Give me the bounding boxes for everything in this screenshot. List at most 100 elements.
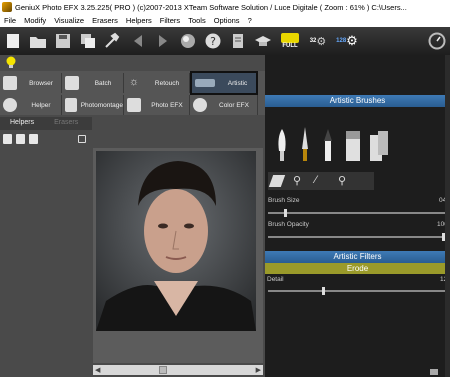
mode-photomontage[interactable]: Photomontage <box>62 95 124 115</box>
artistic-filters-header: Artistic Filters <box>265 251 450 263</box>
sphere-button[interactable] <box>177 30 199 52</box>
help-button[interactable]: ? <box>202 30 224 52</box>
wrench-icon <box>105 32 120 48</box>
mode-helper-label: Helper <box>31 101 51 109</box>
sphere-icon <box>181 34 195 48</box>
mode-batch[interactable]: Batch <box>62 73 124 93</box>
arrow-right-icon <box>159 35 167 47</box>
batch-icon <box>65 76 79 90</box>
selected-filter[interactable]: Erode <box>265 263 450 274</box>
mode-helper[interactable]: Helper <box>0 95 62 115</box>
eraser-icon[interactable] <box>268 175 286 187</box>
stamp-icon[interactable]: ⚲ <box>338 174 346 187</box>
portrait-image <box>96 151 256 331</box>
mode-color-efx-label: Color EFX <box>219 101 249 109</box>
toolbar: ? FULL 32 ⚙ 128 ⚙ <box>0 27 450 55</box>
scroll-down-icon[interactable] <box>430 369 438 375</box>
arrow-left-icon <box>134 35 142 47</box>
menu-options[interactable]: Options <box>210 16 244 25</box>
color-bucket-icon <box>193 98 207 112</box>
open-folder-button[interactable] <box>27 30 49 52</box>
scroll-left-icon[interactable]: ◀ <box>95 366 100 374</box>
brush-fine-icon[interactable] <box>298 127 312 163</box>
menu-filters[interactable]: Filters <box>156 16 184 25</box>
mode-photomontage-label: Photomontage <box>80 101 123 109</box>
info-button[interactable] <box>227 30 249 52</box>
sun-icon: ☼ <box>128 76 140 88</box>
scroll-thumb[interactable] <box>159 366 167 374</box>
copy-button[interactable] <box>77 30 99 52</box>
lightbulb-icon[interactable] <box>5 56 17 70</box>
full-mode-button[interactable]: FULL <box>277 30 303 52</box>
forward-button[interactable] <box>152 30 174 52</box>
full-label: FULL <box>282 43 298 49</box>
right-scrollbar[interactable] <box>445 55 450 377</box>
brush-icon <box>195 79 215 87</box>
menu-modify[interactable]: Modify <box>20 16 50 25</box>
helper-list <box>0 148 92 377</box>
mode-batch-label: Batch <box>94 79 112 87</box>
detail-label: Detail <box>267 276 284 283</box>
brush-opacity-label: Brush Opacity <box>268 221 309 228</box>
mode-browser-label: Browser <box>29 79 53 87</box>
bit32-label: 32 <box>309 38 317 44</box>
brush-size-track[interactable] <box>268 212 446 214</box>
menu-visualize[interactable]: Visualize <box>50 16 88 25</box>
brush-round-icon[interactable] <box>275 127 289 163</box>
mode-color-efx[interactable]: Color EFX <box>190 95 258 115</box>
mode-artistic[interactable]: Artistic <box>190 71 258 95</box>
folder-icon <box>30 37 46 48</box>
tip-bar <box>0 55 265 71</box>
menu-tools[interactable]: Tools <box>184 16 210 25</box>
helper-actions <box>0 131 92 147</box>
save-button[interactable] <box>52 30 74 52</box>
new-file-icon <box>7 34 19 48</box>
detail-track[interactable] <box>268 290 446 292</box>
mode-bar: Browser Batch ☼ Retouch Artistic Helper … <box>0 71 265 115</box>
app-icon <box>2 2 12 12</box>
tab-erasers[interactable]: Erasers <box>44 117 88 130</box>
photo-canvas[interactable] <box>96 151 256 331</box>
brush-mixed-icon[interactable] <box>368 127 390 163</box>
mode-photo-efx[interactable]: Photo EFX <box>124 95 190 115</box>
tab-helpers[interactable]: Helpers <box>0 117 44 130</box>
camera-icon <box>127 98 141 112</box>
duplicate-helper-icon[interactable] <box>16 134 25 144</box>
question-icon: ? <box>205 33 221 49</box>
menu-bar: File Modify Visualize Erasers Helpers Fi… <box>0 14 450 27</box>
mode-browser[interactable]: Browser <box>0 73 62 93</box>
svg-text:?: ? <box>210 35 216 48</box>
expand-icon[interactable] <box>78 135 86 143</box>
brush-flat-icon[interactable] <box>321 127 335 163</box>
tutorial-button[interactable] <box>252 30 274 52</box>
crown-icon <box>281 33 299 43</box>
brush-size-knob[interactable] <box>284 209 287 217</box>
speed-button[interactable] <box>426 30 448 52</box>
pins-icon[interactable]: ⚲ <box>293 174 301 187</box>
back-button[interactable] <box>127 30 149 52</box>
wand-icon[interactable]: ⁄ <box>315 174 317 186</box>
menu-erasers[interactable]: Erasers <box>88 16 122 25</box>
mode-artistic-label: Artistic <box>227 79 248 87</box>
new-helper-icon[interactable] <box>3 134 12 144</box>
window-title: GeniuX Photo EFX 3.25.225( PRO ) (c)2007… <box>15 2 407 12</box>
mode-photo-efx-label: Photo EFX <box>151 101 183 109</box>
bit128-button[interactable]: 128 ⚙ <box>333 30 361 52</box>
brush-opacity-track[interactable] <box>268 236 446 238</box>
tools-button[interactable] <box>102 30 124 52</box>
menu-help[interactable]: ? <box>244 16 256 25</box>
new-file-button[interactable] <box>2 30 24 52</box>
trash-icon[interactable] <box>29 134 38 144</box>
scroll-right-icon[interactable]: ▶ <box>256 366 261 374</box>
smiley-icon <box>3 98 17 112</box>
mode-retouch[interactable]: ☼ Retouch <box>124 73 190 93</box>
detail-knob[interactable] <box>322 287 325 295</box>
helper-tabs: Helpers Erasers <box>0 117 92 130</box>
menu-helpers[interactable]: Helpers <box>122 16 156 25</box>
horizontal-scrollbar[interactable]: ◀ ▶ <box>93 365 263 375</box>
app-window: GeniuX Photo EFX 3.25.225( PRO ) (c)2007… <box>0 0 450 377</box>
gear-icon: ⚙ <box>316 35 327 48</box>
brush-wide-icon[interactable] <box>344 127 362 163</box>
bit32-button[interactable]: 32 ⚙ <box>306 30 330 52</box>
menu-file[interactable]: File <box>0 16 20 25</box>
